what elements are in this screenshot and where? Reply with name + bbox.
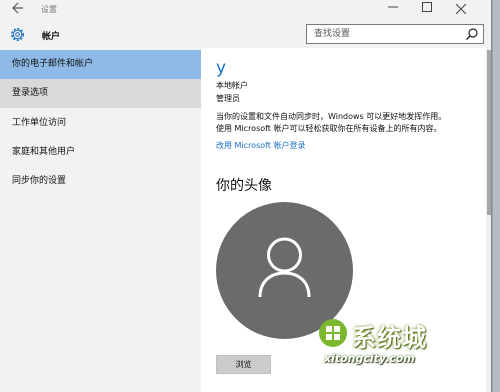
settings-window: 设置 帐户 你的电子邮件和帐户 登录 bbox=[0, 0, 492, 392]
browse-button[interactable]: 浏览 bbox=[216, 355, 271, 374]
scroll-thumb[interactable] bbox=[487, 50, 491, 215]
search-box[interactable] bbox=[306, 24, 484, 44]
page-header: 帐户 bbox=[0, 20, 491, 48]
sidebar-item-sign-in-options[interactable]: 登录选项 bbox=[0, 79, 201, 108]
scrollbar[interactable] bbox=[486, 48, 491, 392]
minimize-icon[interactable] bbox=[378, 0, 408, 20]
title-bar: 设置 bbox=[0, 0, 491, 20]
sidebar-item-email-accounts[interactable]: 你的电子邮件和帐户 bbox=[0, 50, 201, 79]
account-role: 管理员 bbox=[216, 94, 240, 103]
sidebar-item-label: 家庭和其他用户 bbox=[12, 147, 76, 157]
watermark: 系统城 xitongcity.com bbox=[318, 316, 458, 376]
user-placeholder-icon bbox=[258, 237, 311, 298]
watermark-text: 系统城 bbox=[352, 323, 427, 352]
gear-icon bbox=[11, 28, 24, 41]
close-icon[interactable] bbox=[446, 0, 476, 20]
sidebar-item-work-access[interactable]: 工作单位访问 bbox=[0, 109, 201, 138]
sidebar-item-family-users[interactable]: 家庭和其他用户 bbox=[0, 138, 201, 167]
user-name: y bbox=[216, 58, 227, 78]
microsoft-account-signin-link[interactable]: 改用 Microsoft 帐户登录 bbox=[216, 140, 306, 151]
watermark-domain: xitongcity.com bbox=[324, 352, 415, 365]
sync-info-text: 当你的设置和文件自动同步时，Windows 可以更好地发挥作用。 使用 Micr… bbox=[216, 111, 484, 135]
avatar-section-title: 你的头像 bbox=[216, 178, 272, 194]
sidebar-item-label: 登录选项 bbox=[12, 88, 49, 98]
back-arrow-icon[interactable] bbox=[10, 2, 26, 18]
sidebar-item-label: 你的电子邮件和帐户 bbox=[12, 59, 94, 69]
info-line-1: 当你的设置和文件自动同步时，Windows 可以更好地发挥作用。 bbox=[216, 112, 447, 121]
window-title: 设置 bbox=[41, 5, 57, 14]
maximize-icon[interactable] bbox=[412, 0, 442, 20]
search-input[interactable] bbox=[307, 25, 457, 43]
sidebar-item-label: 同步你的设置 bbox=[12, 176, 67, 186]
windows-logo-icon bbox=[319, 319, 347, 347]
account-type: 本地帐户 bbox=[216, 81, 248, 90]
desktop-edge bbox=[493, 0, 500, 392]
sidebar: 你的电子邮件和帐户 登录选项 工作单位访问 家庭和其他用户 同步你的设置 bbox=[0, 48, 201, 392]
page-title: 帐户 bbox=[42, 32, 61, 42]
sidebar-item-label: 工作单位访问 bbox=[12, 118, 67, 128]
sidebar-item-sync-settings[interactable]: 同步你的设置 bbox=[0, 167, 201, 196]
info-line-2: 使用 Microsoft 帐户可以轻松获取你在所有设备上的所有内容。 bbox=[216, 124, 442, 133]
search-icon[interactable] bbox=[465, 27, 479, 41]
